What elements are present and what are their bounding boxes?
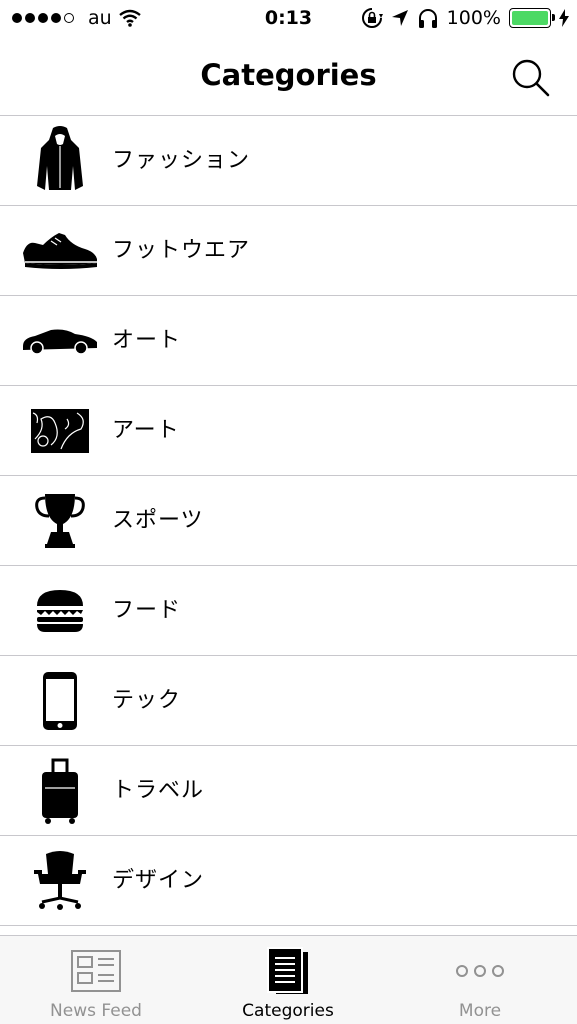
news-feed-icon	[0, 946, 192, 996]
art-icon	[20, 386, 100, 476]
charging-icon	[559, 9, 569, 27]
status-right: 100%	[361, 7, 569, 29]
list-item[interactable]: テック	[0, 656, 577, 746]
page-title: Categories	[200, 58, 377, 92]
tab-more[interactable]: More	[384, 936, 576, 1024]
battery-percent: 100%	[446, 7, 501, 29]
list-item[interactable]: オート	[0, 296, 577, 386]
category-list: ファッション フットウエア オート アート スポーツ フード テック トラベル …	[0, 116, 577, 926]
category-label: フード	[112, 598, 182, 623]
list-item[interactable]: トラベル	[0, 746, 577, 836]
category-label: オート	[112, 328, 182, 353]
list-item[interactable]: フットウエア	[0, 206, 577, 296]
category-label: デザイン	[112, 868, 205, 893]
list-item[interactable]: フード	[0, 566, 577, 656]
tab-categories[interactable]: Categories	[192, 936, 384, 1024]
hoodie-icon	[20, 116, 100, 206]
sneaker-icon	[20, 206, 100, 296]
battery-icon	[509, 8, 555, 28]
category-label: ファッション	[112, 148, 251, 173]
status-bar: au 0:13 100%	[0, 0, 577, 38]
tab-bar: News Feed Categories More	[0, 935, 577, 1024]
car-icon	[20, 296, 100, 386]
tab-label: Categories	[242, 1001, 334, 1021]
tab-label: More	[458, 1001, 502, 1021]
category-label: テック	[112, 688, 182, 713]
search-icon[interactable]	[511, 58, 551, 98]
headphones-icon	[418, 9, 437, 28]
category-label: トラベル	[112, 778, 205, 803]
battery-fill	[512, 11, 548, 25]
list-item[interactable]: デザイン	[0, 836, 577, 926]
category-label: アート	[112, 418, 180, 443]
list-item[interactable]: アート	[0, 386, 577, 476]
phone-icon	[20, 656, 100, 746]
suitcase-icon	[20, 746, 100, 836]
category-label: スポーツ	[112, 508, 204, 533]
trophy-icon	[20, 476, 100, 566]
navigation-bar: Categories	[0, 38, 577, 116]
category-label: フットウエア	[112, 238, 251, 263]
tab-news-feed[interactable]: News Feed	[0, 936, 192, 1024]
rotation-lock-icon	[361, 8, 383, 28]
more-icon	[384, 946, 576, 996]
location-icon	[391, 10, 408, 26]
list-item[interactable]: スポーツ	[0, 476, 577, 566]
burger-icon	[20, 566, 100, 656]
chair-icon	[20, 836, 100, 926]
categories-icon	[192, 946, 384, 996]
tab-label: News Feed	[50, 1001, 142, 1021]
list-item[interactable]: ファッション	[0, 116, 577, 206]
